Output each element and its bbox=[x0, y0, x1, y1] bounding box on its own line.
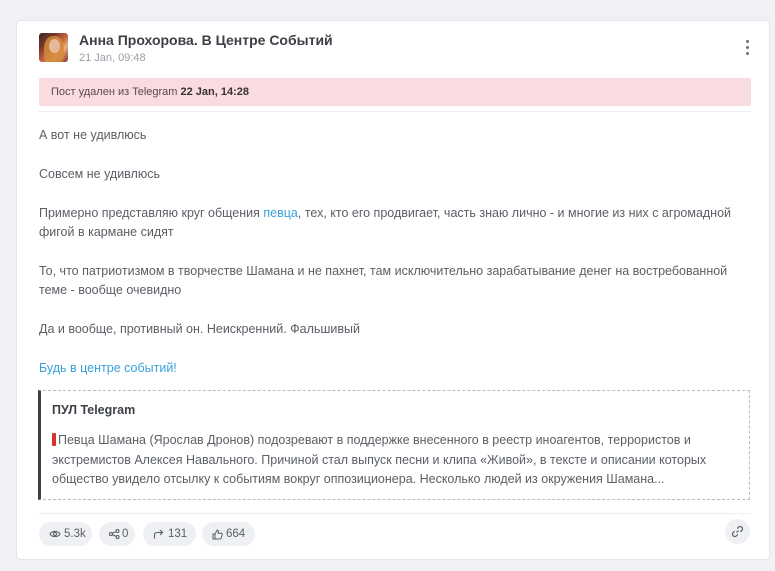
menu-dot bbox=[746, 40, 749, 43]
forward-arrow-icon bbox=[153, 529, 164, 539]
deleted-notice: Пост удален из Telegram 22 Jan, 14:28 bbox=[39, 78, 751, 106]
post-paragraph: Будь в центре событий! bbox=[39, 359, 751, 378]
deleted-notice-text: Пост удален из Telegram bbox=[51, 86, 178, 98]
channel-name[interactable]: Анна Прохорова. В Центре Событий bbox=[79, 32, 333, 48]
channel-avatar[interactable] bbox=[39, 33, 68, 62]
post-card: Анна Прохорова. В Центре Событий 21 Jan,… bbox=[16, 20, 770, 560]
exclamation-icon bbox=[52, 433, 56, 446]
eye-icon bbox=[49, 530, 61, 538]
shares-stat[interactable]: 0 bbox=[99, 522, 135, 546]
post-body: А вот не удивлюсь Совсем не удивлюсь При… bbox=[39, 126, 751, 398]
link-icon bbox=[731, 525, 744, 538]
channel-footer-link[interactable]: Будь в центре событий! bbox=[39, 361, 177, 375]
quote-body: Певца Шамана (Ярослав Дронов) подозреваю… bbox=[52, 433, 707, 486]
views-count: 5.3k bbox=[64, 528, 86, 540]
post-paragraph: То, что патриотизмом в творчестве Шамана… bbox=[39, 264, 728, 297]
post-paragraph: Совсем не удивлюсь bbox=[39, 167, 160, 181]
forwards-stat[interactable]: 131 bbox=[143, 522, 196, 546]
avatar-face bbox=[49, 39, 60, 53]
singer-link[interactable]: певца bbox=[263, 206, 297, 220]
post-paragraph: А вот не удивлюсь bbox=[39, 128, 147, 142]
paragraph-text: Примерно представляю круг общения bbox=[39, 206, 264, 220]
header-divider bbox=[39, 111, 751, 112]
menu-dot bbox=[746, 52, 749, 55]
menu-dot bbox=[746, 46, 749, 49]
share-icon bbox=[109, 529, 120, 539]
kebab-menu-icon[interactable] bbox=[741, 38, 753, 58]
forwards-count: 131 bbox=[168, 528, 188, 540]
post-paragraph: Да и вообще, противный он. Неискренний. … bbox=[39, 322, 361, 336]
post-date: 21 Jan, 09:48 bbox=[79, 52, 146, 64]
quoted-post[interactable]: ПУЛ Telegram Певца Шамана (Ярослав Дроно… bbox=[38, 390, 750, 500]
shares-count: 0 bbox=[122, 528, 129, 540]
quote-text: Певца Шамана (Ярослав Дронов) подозреваю… bbox=[52, 431, 737, 490]
deleted-notice-date: 22 Jan, 14:28 bbox=[180, 86, 250, 98]
footer-divider bbox=[39, 513, 751, 514]
post-header: Анна Прохорова. В Центре Событий 21 Jan,… bbox=[39, 32, 753, 68]
quote-source-title: ПУЛ Telegram bbox=[52, 403, 136, 417]
thumbs-up-icon bbox=[212, 529, 223, 540]
reactions-stat[interactable]: 664 bbox=[202, 522, 255, 546]
copy-link-button[interactable] bbox=[725, 519, 750, 544]
post-paragraph: Примерно представляю круг общения певца,… bbox=[39, 204, 751, 242]
views-stat[interactable]: 5.3k bbox=[39, 522, 92, 546]
reactions-count: 664 bbox=[226, 528, 246, 540]
